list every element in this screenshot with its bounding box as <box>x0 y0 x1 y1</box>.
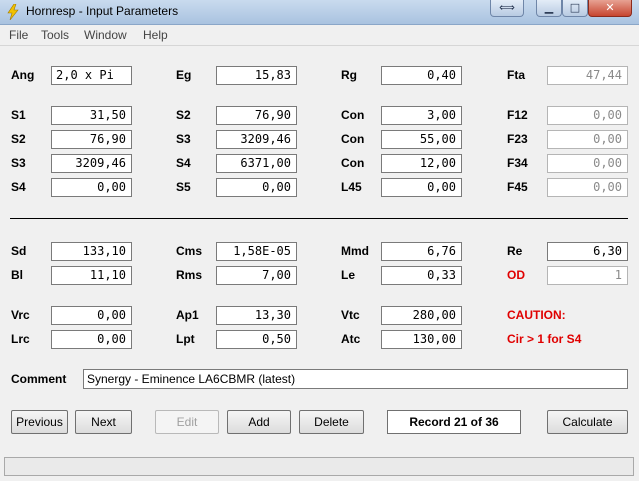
label-l45: L45 <box>341 180 362 194</box>
field-s3[interactable]: 3209,46 <box>51 154 132 173</box>
field-atc[interactable]: 130,00 <box>381 330 462 349</box>
label-f34: F34 <box>507 156 528 170</box>
label-cms: Cms <box>176 244 203 258</box>
menu-tools[interactable]: Tools <box>41 28 69 42</box>
field-s1[interactable]: 31,50 <box>51 106 132 125</box>
label-f45: F45 <box>507 180 528 194</box>
next-button[interactable]: Next <box>75 410 132 434</box>
menu-window[interactable]: Window <box>84 28 127 42</box>
field-s3-right[interactable]: 3209,46 <box>216 130 297 149</box>
label-f23: F23 <box>507 132 528 146</box>
label-con3: Con <box>341 156 365 170</box>
label-s2: S2 <box>11 132 26 146</box>
field-eg[interactable]: 15,83 <box>216 66 297 85</box>
field-vrc[interactable]: 0,00 <box>51 306 132 325</box>
field-f23: 0,00 <box>547 130 628 149</box>
label-vrc: Vrc <box>11 308 30 322</box>
comment-field[interactable]: Synergy - Eminence LA6CBMR (latest) <box>83 369 628 389</box>
label-s1: S1 <box>11 108 26 122</box>
field-lrc[interactable]: 0,00 <box>51 330 132 349</box>
field-ap1[interactable]: 13,30 <box>216 306 297 325</box>
label-rg: Rg <box>341 68 357 82</box>
label-s4: S4 <box>11 180 26 194</box>
close-icon[interactable]: ✕ <box>588 0 632 17</box>
label-con1: Con <box>341 108 365 122</box>
menu-help[interactable]: Help <box>143 28 168 42</box>
section-divider <box>10 218 628 219</box>
field-rg[interactable]: 0,40 <box>381 66 462 85</box>
field-fta: 47,44 <box>547 66 628 85</box>
minimize-icon[interactable]: ▁ <box>536 0 562 17</box>
label-fta: Fta <box>507 68 525 82</box>
maximize-icon[interactable]: □ <box>562 0 588 17</box>
label-re: Re <box>507 244 523 258</box>
edit-button: Edit <box>155 410 219 434</box>
field-con1[interactable]: 3,00 <box>381 106 462 125</box>
label-f12: F12 <box>507 108 528 122</box>
label-atc: Atc <box>341 332 361 346</box>
label-sd: Sd <box>11 244 27 258</box>
field-con2[interactable]: 55,00 <box>381 130 462 149</box>
field-re[interactable]: 6,30 <box>547 242 628 261</box>
title-bar: Hornresp - Input Parameters ⟺ ▁ □ ✕ <box>0 0 639 25</box>
label-s5: S5 <box>176 180 191 194</box>
field-vtc[interactable]: 280,00 <box>381 306 462 325</box>
field-f12: 0,00 <box>547 106 628 125</box>
previous-button[interactable]: Previous <box>11 410 68 434</box>
field-s4[interactable]: 0,00 <box>51 178 132 197</box>
cir-warning-text: Cir > 1 for S4 <box>507 332 582 346</box>
label-lrc: Lrc <box>11 332 30 346</box>
label-lpt: Lpt <box>176 332 195 346</box>
field-cms[interactable]: 1,58E-05 <box>216 242 297 261</box>
calculate-button[interactable]: Calculate <box>547 410 628 434</box>
field-s5[interactable]: 0,00 <box>216 178 297 197</box>
field-le[interactable]: 0,33 <box>381 266 462 285</box>
field-s2-right[interactable]: 76,90 <box>216 106 297 125</box>
field-f45: 0,00 <box>547 178 628 197</box>
label-s3-right: S3 <box>176 132 191 146</box>
label-s4-right: S4 <box>176 156 191 170</box>
label-le: Le <box>341 268 356 282</box>
label-eg: Eg <box>176 68 192 82</box>
field-mmd[interactable]: 6,76 <box>381 242 462 261</box>
label-vtc: Vtc <box>341 308 360 322</box>
field-sd[interactable]: 133,10 <box>51 242 132 261</box>
label-s2-right: S2 <box>176 108 191 122</box>
field-s4-right[interactable]: 6371,00 <box>216 154 297 173</box>
field-ang[interactable]: 2,0 x Pi <box>51 66 132 85</box>
menu-file[interactable]: File <box>9 28 28 42</box>
field-bl[interactable]: 11,10 <box>51 266 132 285</box>
field-rms[interactable]: 7,00 <box>216 266 297 285</box>
field-f34: 0,00 <box>547 154 628 173</box>
swap-icon[interactable]: ⟺ <box>490 0 524 17</box>
label-mmd: Mmd <box>341 244 369 258</box>
field-od: 1 <box>547 266 628 285</box>
label-rms: Rms <box>176 268 203 282</box>
status-bar <box>4 457 634 476</box>
caution-label: CAUTION: <box>507 308 566 322</box>
delete-button[interactable]: Delete <box>299 410 364 434</box>
lightning-icon <box>7 4 19 20</box>
record-indicator: Record 21 of 36 <box>387 410 521 434</box>
field-lpt[interactable]: 0,50 <box>216 330 297 349</box>
label-comment: Comment <box>11 372 67 386</box>
label-s3: S3 <box>11 156 26 170</box>
label-ap1: Ap1 <box>176 308 199 322</box>
label-con2: Con <box>341 132 365 146</box>
label-bl: Bl <box>11 268 23 282</box>
window-title: Hornresp - Input Parameters <box>26 4 179 18</box>
field-s2[interactable]: 76,90 <box>51 130 132 149</box>
label-ang: Ang <box>11 68 35 82</box>
field-l45[interactable]: 0,00 <box>381 178 462 197</box>
menu-bar: File Tools Window Help <box>0 25 639 46</box>
label-od: OD <box>507 268 525 282</box>
field-con3[interactable]: 12,00 <box>381 154 462 173</box>
add-button[interactable]: Add <box>227 410 291 434</box>
